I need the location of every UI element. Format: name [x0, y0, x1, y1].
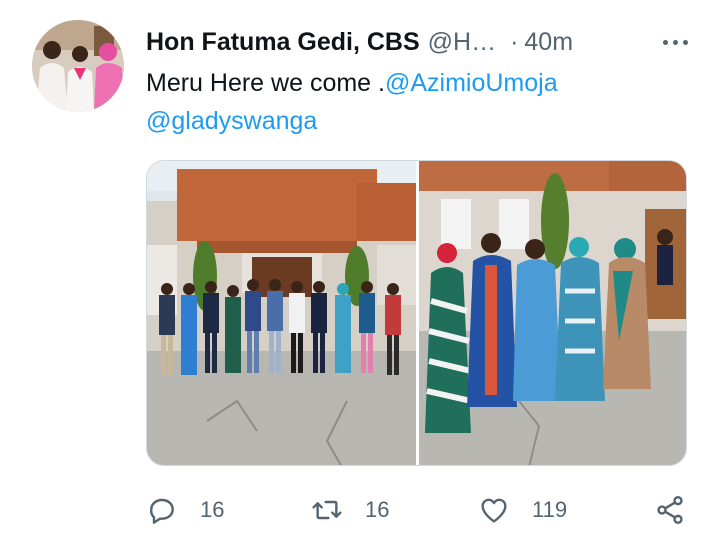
tweet-text-body: Meru Here we come . [146, 69, 385, 97]
reply-count: 16 [200, 497, 225, 522]
tweet-photo[interactable] [419, 161, 686, 465]
tweet-text: Meru Here we come .@AzimioUmoja @gladysw… [146, 64, 686, 140]
more-dot [663, 39, 668, 45]
retweet-count: 16 [365, 497, 390, 522]
separator-dot: · [510, 27, 519, 56]
more-dot [683, 39, 688, 45]
tweet-timestamp[interactable]: 40m [524, 28, 573, 57]
author-name[interactable]: Hon Fatuma Gedi, CBS [146, 28, 420, 57]
reply-icon [150, 498, 174, 524]
like-button[interactable]: 119 [478, 490, 567, 530]
avatar-image [32, 20, 124, 112]
mention-link[interactable]: @gladyswanga [146, 107, 317, 135]
mention-link[interactable]: @AzimioUmoja [385, 69, 558, 97]
share-button[interactable] [654, 490, 686, 530]
heart-icon [481, 498, 507, 523]
reply-button[interactable]: 16 [146, 490, 224, 530]
like-count: 119 [532, 497, 568, 522]
more-icon[interactable] [659, 34, 692, 51]
tweet-actions: 16 16 119 [146, 490, 694, 530]
avatar[interactable] [32, 20, 124, 112]
retweet-button[interactable]: 16 [311, 490, 389, 530]
author-handle[interactable]: @H… [428, 28, 496, 57]
tweet-media [146, 160, 687, 466]
retweet-icon [312, 500, 342, 520]
more-dot [673, 39, 678, 45]
share-icon [657, 496, 683, 524]
group-photo-image [147, 161, 416, 465]
group-photo-image [419, 161, 686, 465]
tweet-photo[interactable] [147, 161, 419, 465]
tweet-header: Hon Fatuma Gedi, CBS @H… · 40m [146, 26, 692, 58]
